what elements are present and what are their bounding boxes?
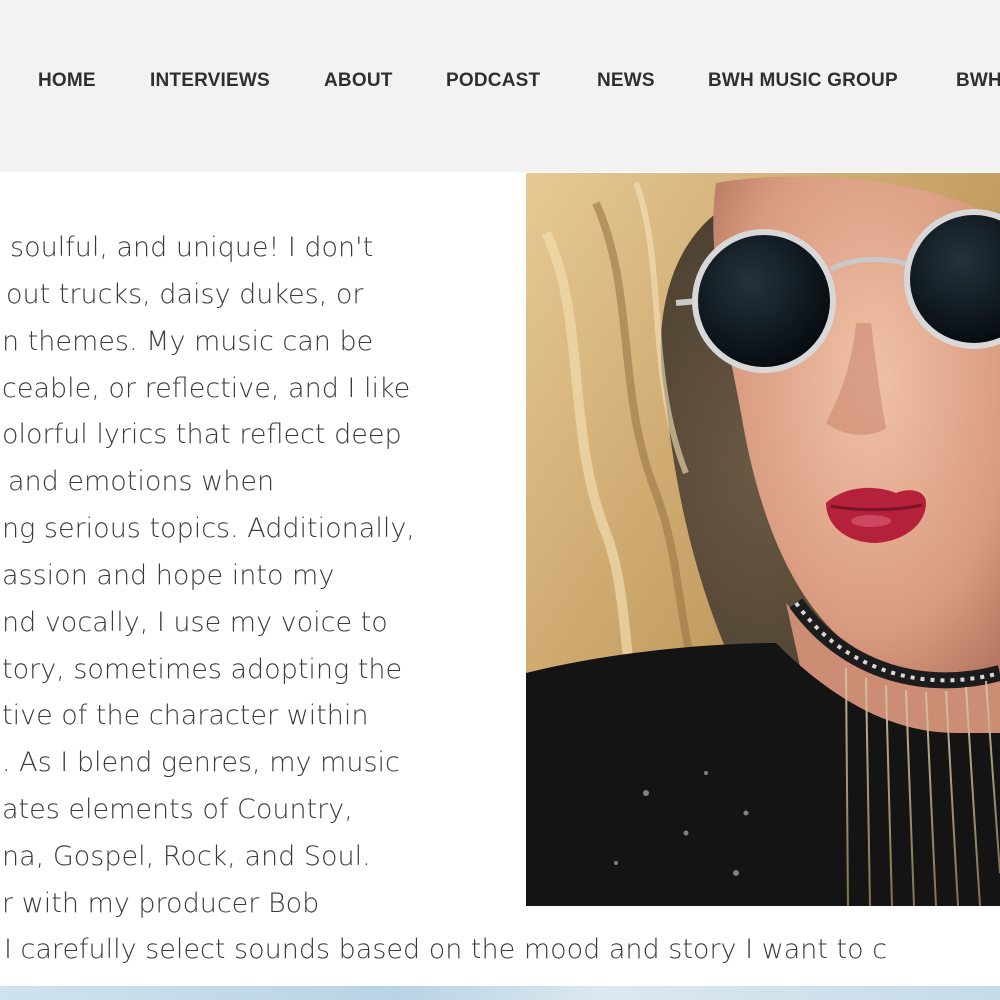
nav-item-bwh-music-group[interactable]: BWH MUSIC GROUP bbox=[708, 70, 898, 92]
nav-item-podcast[interactable]: PODCAST bbox=[446, 70, 540, 92]
article-line: nd vocally, I use my voice to bbox=[2, 607, 388, 638]
nav-item-interviews[interactable]: INTERVIEWS bbox=[150, 70, 270, 92]
article-line: soulful, and unique! I don't bbox=[10, 232, 374, 263]
article-line: ates elements of Country, bbox=[2, 794, 353, 825]
article-line: tory, sometimes adopting the bbox=[2, 654, 403, 685]
article-line: out trucks, daisy dukes, or bbox=[6, 279, 364, 310]
article-line: r with my producer Bob bbox=[2, 888, 320, 919]
main-nav: HOME INTERVIEWS ABOUT PODCAST NEWS BWH M… bbox=[0, 70, 1000, 100]
article-line: assion and hope into my bbox=[2, 560, 335, 591]
nav-item-bwh-truncated[interactable]: BWH bbox=[956, 70, 1000, 92]
article-line: I carefully select sounds based on the m… bbox=[4, 934, 888, 965]
article-line: ng serious topics. Additionally, bbox=[2, 513, 415, 544]
artist-photo bbox=[526, 173, 1000, 906]
article-line: and emotions when bbox=[8, 466, 275, 497]
nav-item-about[interactable]: ABOUT bbox=[324, 70, 393, 92]
nav-item-news[interactable]: NEWS bbox=[597, 70, 655, 92]
article-line: . As I blend genres, my music bbox=[2, 747, 400, 778]
article-line: olorful lyrics that reflect deep bbox=[2, 419, 402, 450]
next-section-edge bbox=[0, 986, 1000, 1000]
article-line: ceable, or reflective, and I like bbox=[2, 373, 411, 404]
site-header: HOME INTERVIEWS ABOUT PODCAST NEWS BWH M… bbox=[0, 0, 1000, 172]
article-line: n themes. My music can be bbox=[2, 326, 374, 357]
article-line: tive of the character within bbox=[2, 700, 369, 731]
article-line: na, Gospel, Rock, and Soul. bbox=[2, 841, 371, 872]
nav-item-home[interactable]: HOME bbox=[38, 70, 96, 92]
